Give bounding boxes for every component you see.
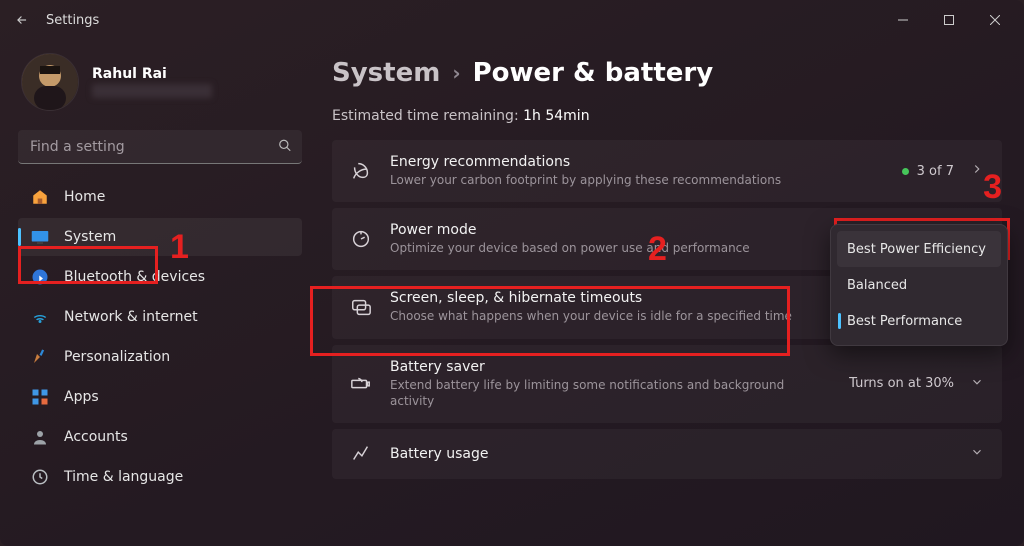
close-button[interactable] — [972, 4, 1018, 36]
sidebar-item-system[interactable]: System — [18, 218, 302, 256]
sidebar-item-label: System — [64, 229, 116, 245]
search-icon — [278, 138, 292, 157]
sidebar-item-label: Personalization — [64, 349, 170, 365]
estimated-time: Estimated time remaining: 1h 54min — [332, 108, 1002, 124]
sidebar-item-label: Home — [64, 189, 105, 205]
breadcrumb: System › Power & battery — [332, 58, 1002, 88]
card-title: Energy recommendations — [390, 154, 884, 170]
sidebar: Rahul Rai Home System — [0, 40, 310, 546]
sidebar-item-label: Accounts — [64, 429, 128, 445]
nav: Home System Bluetooth & devices Network … — [18, 178, 302, 496]
sleep-icon — [350, 296, 372, 318]
dropdown-option-best-efficiency[interactable]: Best Power Efficiency — [837, 231, 1001, 267]
chevron-down-icon — [970, 445, 984, 463]
content: System › Power & battery Estimated time … — [310, 40, 1024, 546]
sidebar-item-label: Network & internet — [64, 309, 198, 325]
apps-icon — [30, 387, 50, 407]
back-button[interactable] — [6, 4, 38, 36]
sidebar-item-label: Time & language — [64, 469, 183, 485]
profile-block[interactable]: Rahul Rai — [18, 48, 302, 124]
sidebar-item-label: Apps — [64, 389, 99, 405]
power-mode-icon — [350, 228, 372, 250]
card-title: Battery saver — [390, 359, 831, 375]
sidebar-item-label: Bluetooth & devices — [64, 269, 205, 285]
system-icon — [30, 227, 50, 247]
card-desc: Lower your carbon footprint by applying … — [390, 172, 884, 188]
chevron-right-icon: › — [452, 61, 460, 85]
profile-name: Rahul Rai — [92, 66, 212, 82]
sidebar-item-apps[interactable]: Apps — [18, 378, 302, 416]
maximize-button[interactable] — [926, 4, 972, 36]
titlebar: Settings — [0, 0, 1024, 40]
personalization-icon — [30, 347, 50, 367]
accounts-icon — [30, 427, 50, 447]
energy-counter: 3 of 7 — [902, 164, 954, 179]
chevron-down-icon — [970, 375, 984, 393]
profile-subtext — [92, 84, 212, 98]
card-energy-recommendations[interactable]: Energy recommendations Lower your carbon… — [332, 140, 1002, 202]
power-mode-dropdown: Best Power Efficiency Balanced Best Perf… — [830, 224, 1008, 346]
chevron-right-icon — [970, 162, 984, 180]
card-desc: Extend battery life by limiting some not… — [390, 377, 831, 409]
card-title: Battery usage — [390, 446, 952, 462]
search-field[interactable] — [18, 130, 302, 164]
clock-icon — [30, 467, 50, 487]
card-battery-saver[interactable]: Battery saver Extend battery life by lim… — [332, 345, 1002, 423]
sidebar-item-home[interactable]: Home — [18, 178, 302, 216]
page-title: Power & battery — [473, 58, 714, 88]
breadcrumb-root[interactable]: System — [332, 58, 440, 88]
battery-usage-icon — [350, 443, 372, 465]
home-icon — [30, 187, 50, 207]
dropdown-option-best-performance[interactable]: Best Performance — [837, 303, 1001, 339]
sidebar-item-network[interactable]: Network & internet — [18, 298, 302, 336]
settings-window: Settings Rahul Rai — [0, 0, 1024, 546]
sidebar-item-accounts[interactable]: Accounts — [18, 418, 302, 456]
battery-saver-trigger: Turns on at 30% — [849, 376, 954, 391]
leaf-icon — [350, 160, 372, 182]
minimize-button[interactable] — [880, 4, 926, 36]
battery-saver-icon — [350, 373, 372, 395]
search-input[interactable] — [18, 130, 302, 164]
dropdown-option-balanced[interactable]: Balanced — [837, 267, 1001, 303]
sidebar-item-bluetooth[interactable]: Bluetooth & devices — [18, 258, 302, 296]
network-icon — [30, 307, 50, 327]
sidebar-item-time[interactable]: Time & language — [18, 458, 302, 496]
sidebar-item-personalization[interactable]: Personalization — [18, 338, 302, 376]
avatar — [22, 54, 78, 110]
window-title: Settings — [46, 13, 99, 28]
card-battery-usage[interactable]: Battery usage — [332, 429, 1002, 479]
bluetooth-icon — [30, 267, 50, 287]
